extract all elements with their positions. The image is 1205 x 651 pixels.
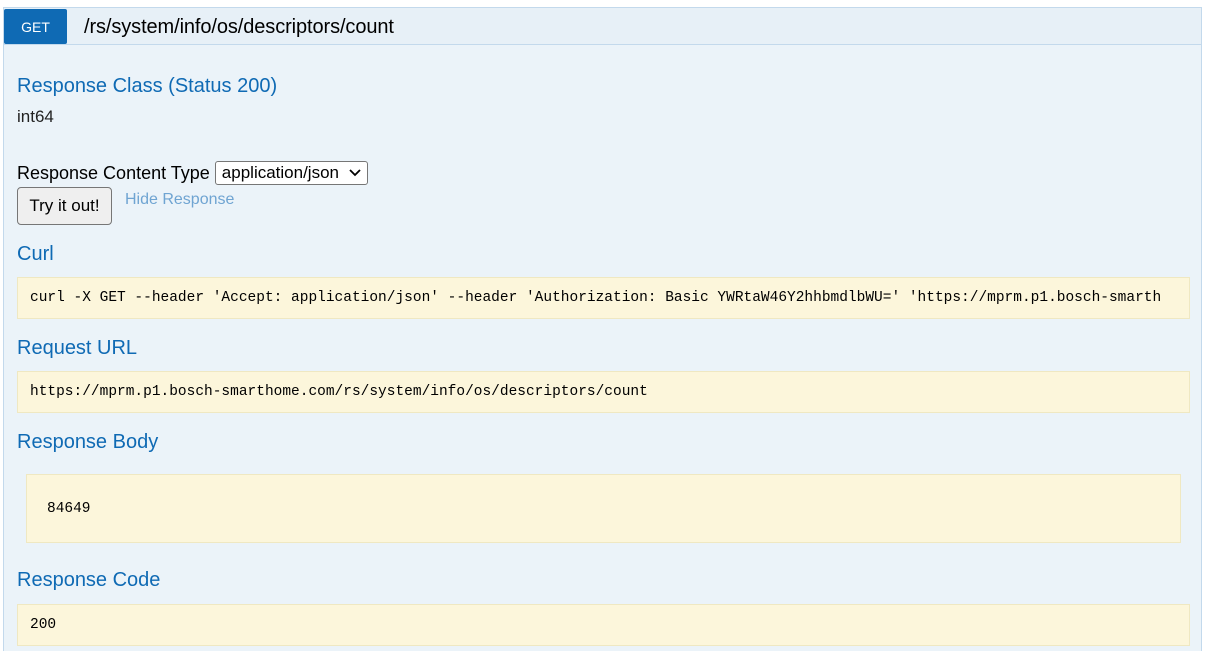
response-class-type: int64 [17,107,54,126]
operation-header[interactable]: GET /rs/system/info/os/descriptors/count [4,8,1201,45]
request-url-block[interactable]: https://mprm.p1.bosch-smarthome.com/rs/s… [17,371,1190,413]
request-url-title: Request URL [17,337,138,359]
response-class-title: Response Class (Status 200) [17,75,278,97]
hide-response-link[interactable]: Hide Response [125,191,234,209]
response-body-block[interactable]: 84649 [26,474,1181,543]
response-body-title: Response Body [17,431,159,453]
curl-title: Curl [17,243,54,265]
content-type-row: Response Content Type application/json [17,161,368,185]
content-type-select[interactable]: application/json [214,161,368,185]
content-type-label: Response Content Type [17,162,210,183]
response-code-block[interactable]: 200 [17,604,1190,646]
http-method-badge[interactable]: GET [4,9,67,44]
try-it-out-button[interactable]: Try it out! [17,187,112,225]
curl-command-block[interactable]: curl -X GET --header 'Accept: applicatio… [17,277,1190,319]
response-code-title: Response Code [17,569,161,591]
chevron-down-icon [349,166,361,180]
operation-path[interactable]: /rs/system/info/os/descriptors/count [84,16,394,39]
content-type-selected: application/json [221,163,339,182]
operation-panel: GET /rs/system/info/os/descriptors/count… [3,7,1202,651]
